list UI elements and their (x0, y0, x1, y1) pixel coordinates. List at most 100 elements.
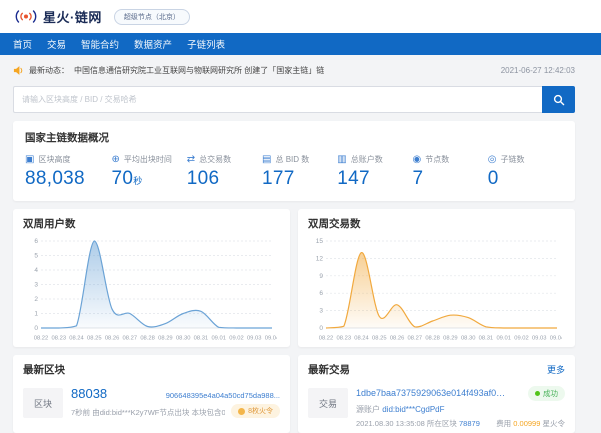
svg-text:08.30: 08.30 (176, 336, 191, 342)
svg-text:1: 1 (34, 311, 38, 318)
brand[interactable]: 星火·链网 (14, 7, 102, 26)
svg-text:08.31: 08.31 (479, 336, 494, 342)
clock-icon: ⊕ (111, 153, 120, 165)
brand-title: 星火·链网 (43, 10, 102, 25)
search-icon (553, 94, 564, 105)
nav-item-transactions[interactable]: 交易 (47, 37, 66, 51)
block-reward-badge: 8枚火令 (231, 404, 280, 418)
nav-item-home[interactable]: 首页 (13, 37, 32, 51)
svg-text:15: 15 (316, 238, 324, 245)
block-number-link[interactable]: 78879 (459, 419, 480, 428)
id-card-icon: ▤ (262, 153, 272, 165)
ticker-news-link[interactable]: 中国信息通信研究院工业互联网与物联网研究所 创建了「国家主链」链 (74, 65, 324, 76)
subchain-icon: ◎ (487, 153, 497, 165)
source-account-link[interactable]: did:bid***CgdPdF (382, 405, 444, 414)
transaction-fee: 费用 0.00999 星火令 (496, 419, 565, 428)
stat-total-bids: ▤ 总 BID 数 177 (262, 154, 337, 190)
svg-text:08.22: 08.22 (319, 336, 334, 342)
nav-item-smart-contracts[interactable]: 智能合约 (81, 37, 119, 51)
svg-text:09.04: 09.04 (550, 336, 562, 342)
svg-text:08.28: 08.28 (140, 336, 155, 342)
stat-avg-block-time: ⊕ 平均出块时间 70秒 (112, 154, 187, 190)
block-hash-link[interactable]: 906648395e4a04a50cd75da988... (166, 391, 280, 400)
search-button[interactable] (542, 86, 575, 113)
transaction-hash-link[interactable]: 1dbe7baa7375929063e014f493af0595b9fd... (356, 388, 506, 398)
search-input[interactable] (13, 86, 542, 113)
stat-label: 节点数 (425, 155, 450, 164)
stat-subchain-count: ◎ 子链数 0 (488, 154, 563, 190)
nav-item-data-assets[interactable]: 数据资产 (134, 37, 172, 51)
svg-text:2: 2 (34, 296, 38, 303)
svg-text:08.22: 08.22 (34, 336, 49, 342)
stat-label: 总交易数 (199, 155, 232, 164)
transaction-status-badge: 成功 (528, 386, 565, 401)
node-badge: 超级节点（北京） (113, 8, 190, 25)
transactions-chart-card: 双周交易数 0 3 6 9 12 15 08.22 08.23 08.24 08.25 08.26 0… (298, 209, 575, 347)
transactions-chart-title: 双周交易数 (308, 218, 361, 230)
users-chart-title: 双周用户数 (23, 218, 76, 230)
block-tag: 区块 (23, 388, 63, 418)
latest-row: 最新区块 区块 88038 906648395e4a04a50cd75da988… (13, 355, 575, 433)
svg-text:08.25: 08.25 (87, 336, 102, 342)
latest-transactions-title: 最新交易 (308, 364, 350, 376)
broadcast-logo-icon (15, 10, 37, 23)
svg-text:09.03: 09.03 (247, 336, 262, 342)
svg-text:08.25: 08.25 (372, 336, 387, 342)
more-link[interactable]: 更多 (547, 363, 565, 376)
svg-text:0: 0 (34, 325, 38, 332)
stat-value: 70秒 (111, 168, 143, 189)
svg-text:08.27: 08.27 (408, 336, 423, 342)
accounts-icon: ▥ (337, 153, 347, 165)
speaker-icon (13, 66, 23, 75)
svg-text:08.24: 08.24 (354, 336, 369, 342)
stats-row: ▣ 区块高度 88,038 ⊕ 平均出块时间 70秒 ⇄ 总交易数 106 ▤ 总 BI… (25, 154, 563, 190)
svg-text:09.02: 09.02 (229, 336, 244, 342)
stat-label: 平均出块时间 (123, 155, 172, 164)
svg-text:09.04: 09.04 (265, 336, 277, 342)
chain-overview-card: 国家主链数据概况 ▣ 区块高度 88,038 ⊕ 平均出块时间 70秒 ⇄ 总交易数 … (13, 121, 575, 201)
charts-row: 双周用户数 0 1 2 3 4 5 6 08.22 08.23 08.24 08.25 08.26 08… (13, 209, 575, 347)
svg-text:08.26: 08.26 (390, 336, 405, 342)
svg-text:09.01: 09.01 (211, 336, 226, 342)
svg-text:4: 4 (34, 267, 38, 274)
overview-title: 国家主链数据概况 (25, 132, 109, 144)
news-ticker: 最新动态： 中国信息通信研究院工业互联网与物联网研究所 创建了「国家主链」链 2… (13, 58, 575, 83)
svg-text:08.31: 08.31 (194, 336, 209, 342)
latest-blocks-card: 最新区块 区块 88038 906648395e4a04a50cd75da988… (13, 355, 290, 433)
stat-label: 总账户数 (350, 155, 383, 164)
stat-total-accounts: ▥ 总账户数 147 (337, 154, 412, 190)
users-chart-card: 双周用户数 0 1 2 3 4 5 6 08.22 08.23 08.24 08.25 08.26 08… (13, 209, 290, 347)
ticker-prefix: 最新动态： (29, 66, 69, 75)
block-meta: 7秒前 由did:bid***K2y7WF节点出块 本块包含0交易 (71, 407, 226, 417)
page: { "header": { "brand": "星火·链网", "badge":… (0, 0, 601, 433)
stat-label: 总 BID 数 (275, 155, 310, 164)
main-nav: 首页 交易 智能合约 数据资产 子链列表 (0, 33, 601, 55)
svg-text:0: 0 (319, 325, 323, 332)
stat-node-count: ◉ 节点数 7 (413, 154, 488, 190)
svg-text:09.03: 09.03 (532, 336, 547, 342)
transaction-list-item: 交易 1dbe7baa7375929063e014f493af0595b9fd.… (308, 386, 565, 429)
svg-text:6: 6 (319, 290, 323, 297)
stat-value: 177 (262, 168, 295, 189)
svg-text:08.23: 08.23 (52, 336, 67, 342)
app-header: 星火·链网 超级节点（北京） (0, 0, 601, 33)
swap-icon: ⇄ (186, 153, 196, 165)
nav-item-subchain-list[interactable]: 子链列表 (187, 37, 225, 51)
latest-transactions-card: 最新交易 更多 交易 1dbe7baa7375929063e014f493af0… (298, 355, 575, 433)
stat-value: 106 (186, 168, 220, 189)
block-height-link[interactable]: 88038 (71, 386, 107, 401)
svg-text:08.29: 08.29 (443, 336, 458, 342)
search-bar (13, 86, 575, 113)
svg-text:09.01: 09.01 (496, 336, 511, 342)
svg-text:08.26: 08.26 (105, 336, 120, 342)
svg-text:08.28: 08.28 (425, 336, 440, 342)
stat-value: 0 (487, 168, 499, 189)
stat-label: 区块高度 (38, 155, 71, 164)
svg-text:3: 3 (34, 282, 38, 289)
svg-text:12: 12 (316, 255, 324, 262)
svg-text:08.27: 08.27 (123, 336, 138, 342)
svg-text:6: 6 (34, 238, 38, 245)
stat-value: 147 (337, 168, 370, 189)
ticker-timestamp: 2021-06-27 12:42:03 (500, 66, 575, 75)
stat-value: 7 (412, 168, 424, 189)
